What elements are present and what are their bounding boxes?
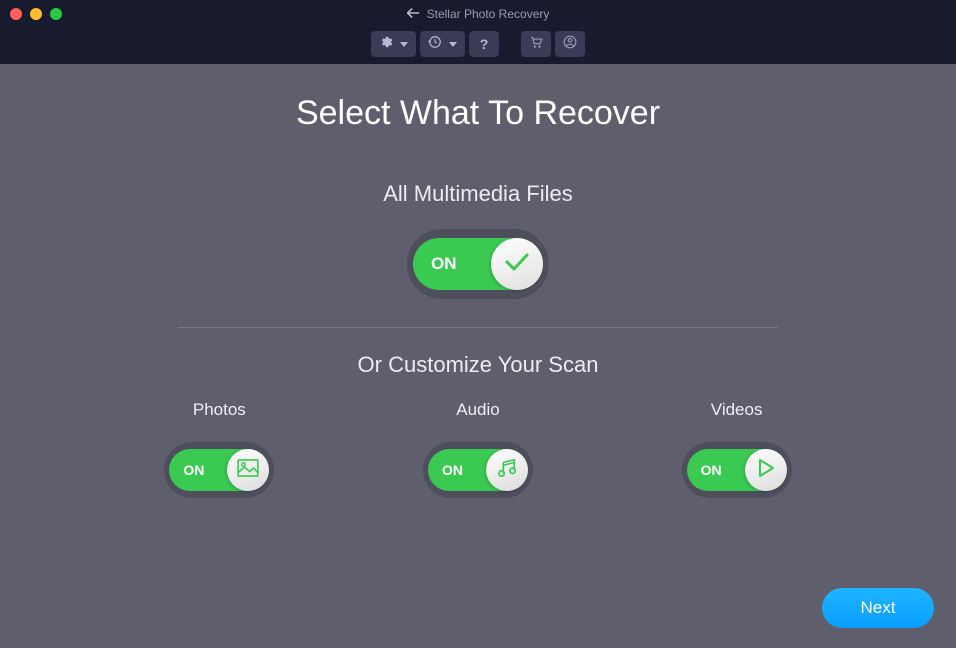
next-button[interactable]: Next <box>822 588 934 628</box>
cart-button[interactable] <box>521 31 551 57</box>
titlebar: Stellar Photo Recovery <box>0 0 956 28</box>
audio-label: Audio <box>456 400 499 420</box>
toggle-knob <box>491 238 543 290</box>
photos-card: Photos ON <box>164 400 274 498</box>
photo-icon <box>237 459 259 482</box>
toggle-knob <box>745 449 787 491</box>
main-content: Select What To Recover All Multimedia Fi… <box>0 64 956 498</box>
back-icon[interactable] <box>407 8 421 20</box>
cart-icon <box>528 35 544 54</box>
help-button[interactable]: ? <box>469 31 499 57</box>
videos-toggle[interactable]: ON <box>682 442 792 498</box>
videos-card: Videos ON <box>682 400 792 498</box>
toggle-state-label: ON <box>701 462 722 478</box>
app-title-text: Stellar Photo Recovery <box>427 7 550 21</box>
toggle-knob <box>227 449 269 491</box>
music-icon <box>496 457 518 484</box>
history-icon <box>428 35 442 54</box>
chevron-down-icon <box>400 42 408 47</box>
toggle-state-label: ON <box>183 462 204 478</box>
gear-icon <box>379 35 393 54</box>
history-menu-button[interactable] <box>420 31 465 57</box>
divider <box>178 327 778 328</box>
toggle-knob <box>486 449 528 491</box>
all-multimedia-toggle[interactable]: ON <box>407 229 549 299</box>
close-window-button[interactable] <box>10 8 22 20</box>
photos-label: Photos <box>193 400 246 420</box>
minimize-window-button[interactable] <box>30 8 42 20</box>
user-icon <box>563 35 577 54</box>
check-icon <box>504 252 530 277</box>
videos-label: Videos <box>711 400 763 420</box>
category-toggles: Photos ON Audio ON <box>60 400 896 498</box>
play-icon <box>757 458 775 483</box>
audio-toggle[interactable]: ON <box>423 442 533 498</box>
account-button[interactable] <box>555 31 585 57</box>
app-title: Stellar Photo Recovery <box>407 7 550 21</box>
all-files-section-title: All Multimedia Files <box>60 181 896 207</box>
toolbar: ? <box>0 28 956 64</box>
traffic-lights <box>10 8 62 20</box>
chevron-down-icon <box>449 42 457 47</box>
customize-section-title: Or Customize Your Scan <box>60 352 896 378</box>
settings-menu-button[interactable] <box>371 31 416 57</box>
audio-card: Audio ON <box>423 400 533 498</box>
toggle-state-label: ON <box>431 254 457 274</box>
help-icon: ? <box>480 36 489 52</box>
next-button-label: Next <box>861 598 896 618</box>
page-title: Select What To Recover <box>60 94 896 133</box>
maximize-window-button[interactable] <box>50 8 62 20</box>
toggle-state-label: ON <box>442 462 463 478</box>
photos-toggle[interactable]: ON <box>164 442 274 498</box>
